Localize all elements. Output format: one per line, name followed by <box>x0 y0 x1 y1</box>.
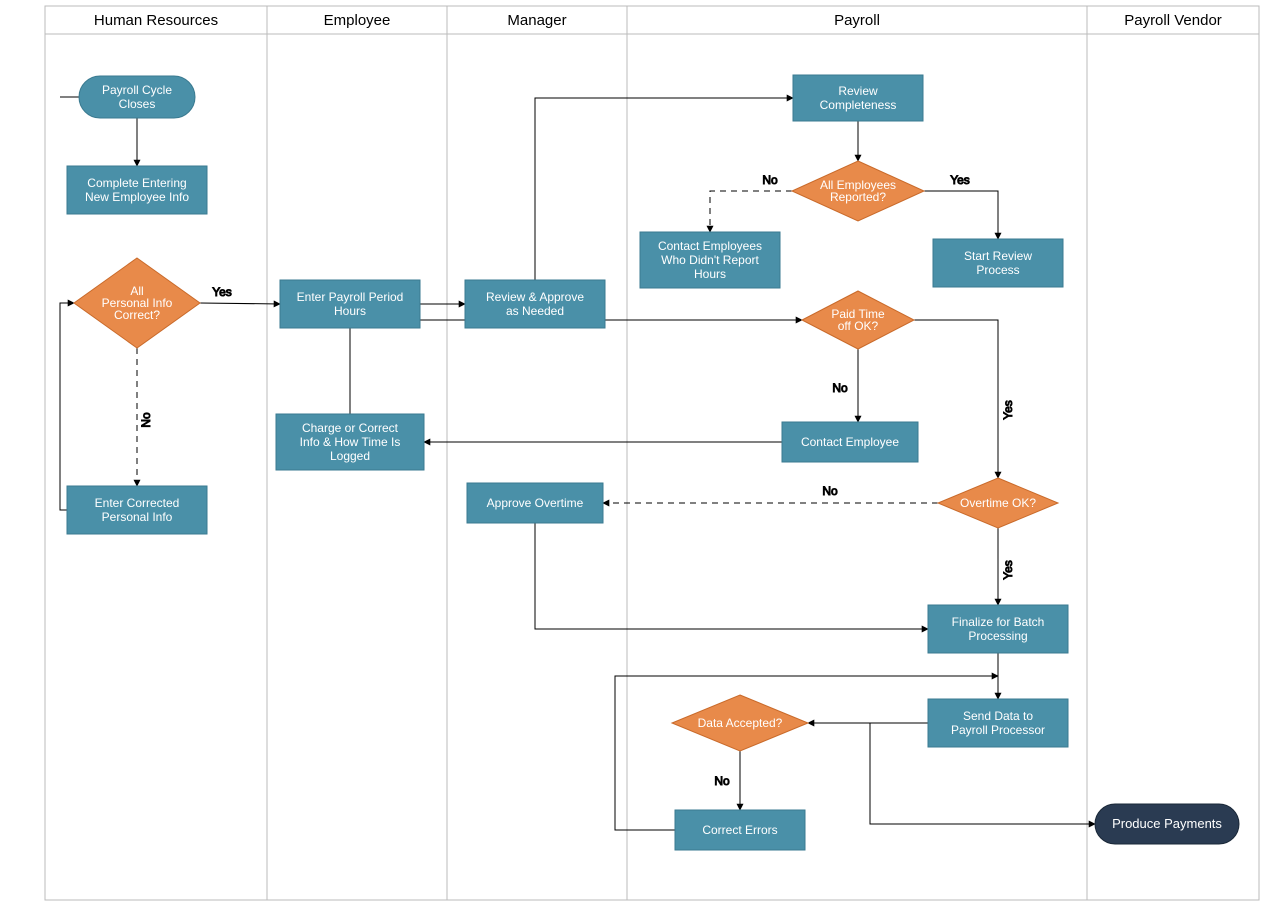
svg-text:Enter Corrected: Enter Corrected <box>95 496 180 510</box>
process-approveOT: Approve Overtime <box>467 483 603 523</box>
svg-text:Yes: Yes <box>1001 400 1015 420</box>
svg-text:Reported?: Reported? <box>830 190 886 204</box>
svg-text:Correct Errors: Correct Errors <box>702 823 777 837</box>
svg-text:Payroll: Payroll <box>834 12 880 29</box>
swimlane-headers: Human Resources Employee Manager Payroll Pay… <box>45 6 1259 900</box>
svg-text:Completeness: Completeness <box>820 98 897 112</box>
svg-text:No: No <box>139 412 153 428</box>
svg-text:Processing: Processing <box>968 629 1027 643</box>
svg-text:Start Review: Start Review <box>964 249 1032 263</box>
svg-text:Yes: Yes <box>950 173 970 187</box>
svg-text:Process: Process <box>976 263 1019 277</box>
svg-text:Send Data to: Send Data to <box>963 709 1033 723</box>
process-completeEnter: Complete EnteringNew Employee Info <box>67 166 207 214</box>
svg-text:Finalize for Batch: Finalize for Batch <box>952 615 1045 629</box>
svg-text:Hours: Hours <box>334 304 366 318</box>
svg-text:off OK?: off OK? <box>838 319 879 333</box>
process-correctErrors: Correct Errors <box>675 810 805 850</box>
svg-text:Overtime OK?: Overtime OK? <box>960 496 1036 510</box>
svg-text:Manager: Manager <box>507 12 566 29</box>
swimlane-flowchart: Human Resources Employee Manager Payroll Pay… <box>0 0 1280 909</box>
svg-text:Who Didn't Report: Who Didn't Report <box>661 253 759 267</box>
svg-text:Closes: Closes <box>119 97 156 111</box>
svg-text:Payroll Vendor: Payroll Vendor <box>1124 12 1222 29</box>
svg-text:as Needed: as Needed <box>506 304 564 318</box>
svg-text:Enter Payroll Period: Enter Payroll Period <box>297 290 404 304</box>
process-finalize: Finalize for BatchProcessing <box>928 605 1068 653</box>
svg-text:No: No <box>714 774 730 788</box>
svg-text:Correct?: Correct? <box>114 308 160 322</box>
svg-text:Personal Info: Personal Info <box>102 510 173 524</box>
svg-text:Charge or Correct: Charge or Correct <box>302 421 399 435</box>
process-contactEmployee: Contact Employee <box>782 422 918 462</box>
svg-text:Data Accepted?: Data Accepted? <box>698 716 783 730</box>
svg-text:Human Resources: Human Resources <box>94 12 218 29</box>
end-node: Produce Payments <box>1095 804 1239 844</box>
svg-text:Approve Overtime: Approve Overtime <box>487 496 584 510</box>
process-enterHours: Enter Payroll PeriodHours <box>280 280 420 328</box>
svg-text:Yes: Yes <box>1001 560 1015 580</box>
svg-text:No: No <box>762 173 778 187</box>
process-chargeCorrect: Charge or CorrectInfo & How Time IsLogge… <box>276 414 424 470</box>
svg-text:Review & Approve: Review & Approve <box>486 290 584 304</box>
process-startReview: Start ReviewProcess <box>933 239 1063 287</box>
svg-text:Logged: Logged <box>330 449 370 463</box>
process-enterCorrected: Enter CorrectedPersonal Info <box>67 486 207 534</box>
process-contactNoReport: Contact EmployeesWho Didn't ReportHours <box>640 232 780 288</box>
process-reviewComplete: ReviewCompleteness <box>793 75 923 121</box>
svg-text:Employee: Employee <box>324 12 391 29</box>
svg-text:Payroll Processor: Payroll Processor <box>951 723 1045 737</box>
svg-text:Hours: Hours <box>694 267 726 281</box>
svg-text:New Employee Info: New Employee Info <box>85 190 189 204</box>
svg-text:Yes: Yes <box>212 285 232 299</box>
svg-text:No: No <box>822 484 838 498</box>
svg-text:Produce Payments: Produce Payments <box>1112 816 1222 831</box>
svg-text:Review: Review <box>838 84 878 98</box>
process-sendData: Send Data toPayroll Processor <box>928 699 1068 747</box>
svg-text:Contact Employees: Contact Employees <box>658 239 762 253</box>
svg-text:Info & How Time Is: Info & How Time Is <box>300 435 401 449</box>
start-node: Payroll CycleCloses <box>79 76 195 118</box>
svg-text:Contact Employee: Contact Employee <box>801 435 899 449</box>
svg-text:No: No <box>832 381 848 395</box>
svg-text:Complete Entering: Complete Entering <box>87 176 186 190</box>
svg-text:Payroll Cycle: Payroll Cycle <box>102 83 172 97</box>
process-reviewApprove: Review & Approveas Needed <box>465 280 605 328</box>
